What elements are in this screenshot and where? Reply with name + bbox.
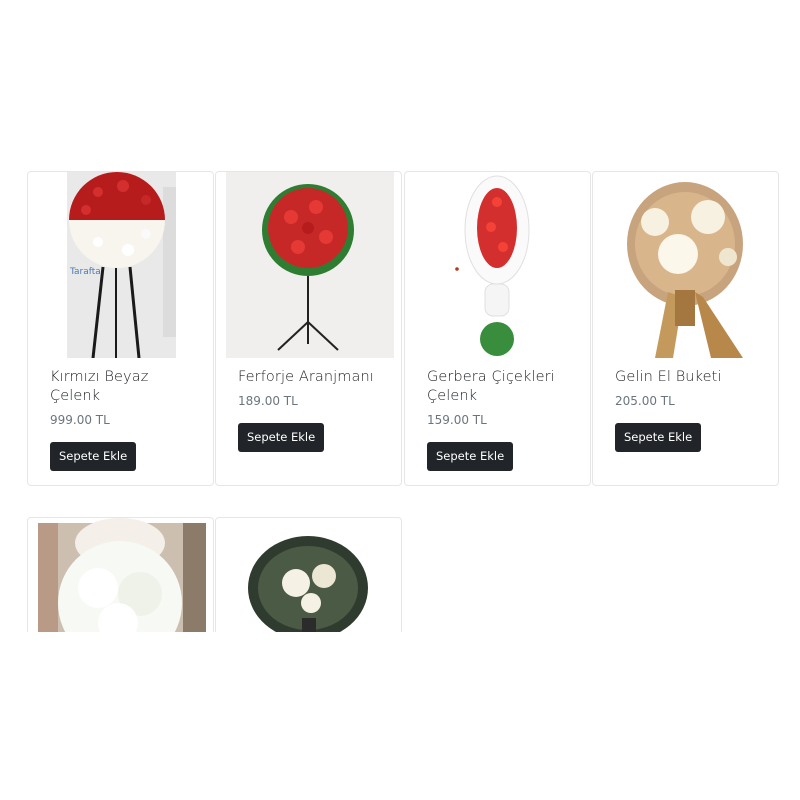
product-title[interactable]: Gelin El Buketi <box>615 368 768 387</box>
gerbera-wreath-image[interactable] <box>405 172 590 358</box>
product-card: Gelin El Buketi 205.00 TL Sepete Ekle <box>592 171 779 486</box>
add-to-cart-button[interactable]: Sepete Ekle <box>427 442 514 471</box>
product-card: Tarafta Kırmızı Beyaz Çelenk 999.00 TL S… <box>27 171 214 486</box>
product-card <box>27 517 214 632</box>
product-title[interactable]: Gerbera Çiçekleri Çelenk <box>427 368 580 406</box>
white-hydrangea-bouquet-image[interactable] <box>28 518 213 632</box>
product-title[interactable]: Kırmızı Beyaz Çelenk <box>50 368 203 406</box>
product-price: 205.00 TL <box>615 394 675 408</box>
add-to-cart-button[interactable]: Sepete Ekle <box>238 423 325 452</box>
bridal-bouquet-image[interactable] <box>593 172 778 358</box>
svg-text:Tarafta: Tarafta <box>69 267 101 277</box>
product-price: 159.00 TL <box>427 413 487 427</box>
product-card: Ferforje Aranjmanı 189.00 TL Sepete Ekle <box>215 171 402 486</box>
product-price: 999.00 TL <box>50 413 110 427</box>
product-price: 189.00 TL <box>238 394 298 408</box>
product-title[interactable]: Ferforje Aranjmanı <box>238 368 391 387</box>
product-grid: Tarafta Kırmızı Beyaz Çelenk 999.00 TL S… <box>0 0 800 632</box>
white-lily-bouquet-image[interactable] <box>216 518 401 632</box>
product-card <box>215 517 402 632</box>
add-to-cart-button[interactable]: Sepete Ekle <box>50 442 137 471</box>
add-to-cart-button[interactable]: Sepete Ekle <box>615 423 702 452</box>
red-white-wreath-image[interactable]: Tarafta <box>28 172 213 358</box>
product-card: Gerbera Çiçekleri Çelenk 159.00 TL Sepet… <box>404 171 591 486</box>
iron-stand-arrangement-image[interactable] <box>216 172 401 358</box>
